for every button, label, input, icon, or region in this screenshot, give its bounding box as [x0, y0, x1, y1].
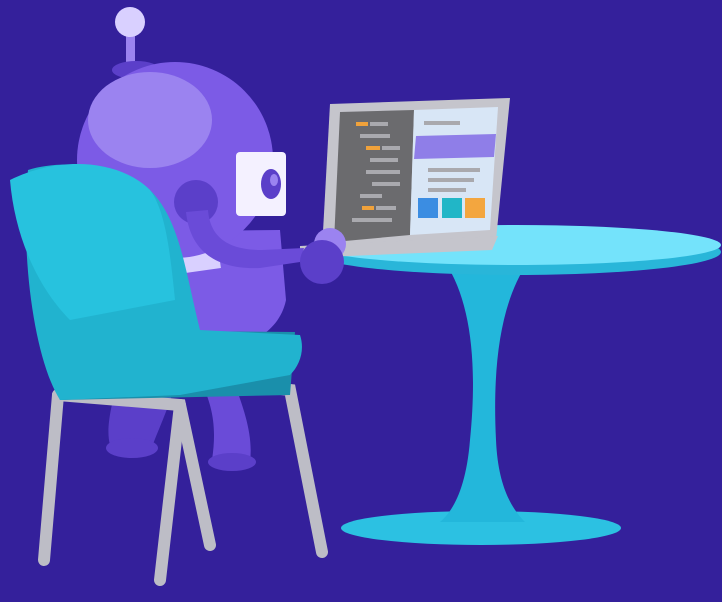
content-line	[428, 188, 466, 192]
illustration-canvas	[0, 0, 722, 602]
robot-hand-front	[300, 240, 344, 284]
code-line	[360, 134, 390, 138]
code-line	[362, 206, 374, 210]
code-line	[356, 122, 368, 126]
robot-eye-highlight	[270, 174, 278, 186]
robot-foot-left	[106, 438, 158, 458]
content-line	[424, 121, 460, 125]
content-line	[428, 168, 480, 172]
tile-orange	[465, 198, 485, 218]
robot-foot-right	[208, 453, 256, 471]
code-line	[352, 218, 392, 222]
tile-blue	[418, 198, 438, 218]
code-line	[370, 122, 388, 126]
robot-antenna-ball	[115, 7, 145, 37]
code-line	[360, 194, 382, 198]
code-line	[376, 206, 396, 210]
robot-at-desk-illustration	[0, 0, 722, 602]
laptop-screen-header	[414, 134, 496, 159]
code-line	[382, 146, 400, 150]
tile-teal	[442, 198, 462, 218]
code-line	[372, 182, 400, 186]
code-line	[366, 170, 400, 174]
content-line	[428, 178, 474, 182]
robot-head-highlight	[88, 72, 212, 168]
code-line	[366, 146, 380, 150]
laptop-screen-left	[334, 110, 414, 242]
robot-eye	[261, 169, 281, 199]
code-line	[370, 158, 398, 162]
